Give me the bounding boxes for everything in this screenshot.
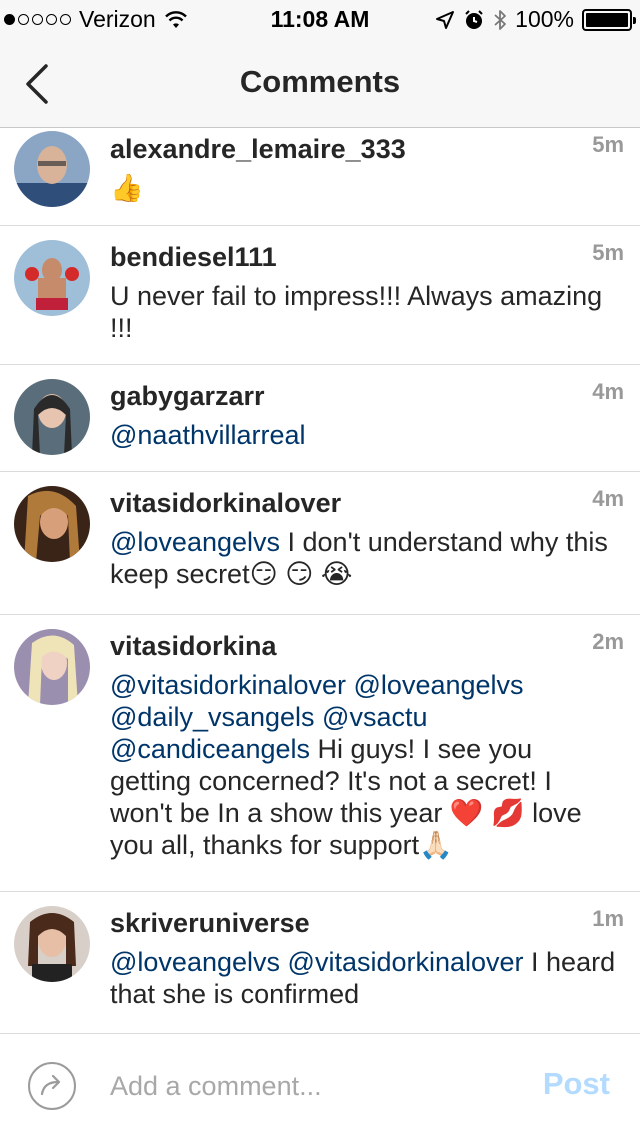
navigation-bar: Comments <box>0 40 640 128</box>
page-title: Comments <box>239 64 401 99</box>
comment-text: @vitasidorkinalover @loveangelvs @daily_… <box>110 669 620 861</box>
battery-icon <box>582 8 636 31</box>
post-button[interactable]: Post <box>543 1066 610 1102</box>
comment-text: U never fail to impress!!! Always amazin… <box>110 280 620 344</box>
comment-text: 👍 <box>110 172 620 204</box>
location-arrow-icon <box>436 10 455 29</box>
comment-text-segment: 👍 <box>110 173 144 203</box>
share-button[interactable] <box>28 1062 76 1110</box>
comment-body: bendiesel111 U never fail to impress!!! … <box>110 240 620 344</box>
comment-username[interactable]: vitasidorkina <box>110 629 620 663</box>
comment-text: @loveangelvs I don't understand why this… <box>110 526 620 590</box>
comment-text-segment <box>346 670 354 700</box>
comment-composer: Post <box>0 1033 640 1136</box>
comment-username[interactable]: gabygarzarr <box>110 379 620 413</box>
comment-text-segment: U never fail to impress!!! Always amazin… <box>110 281 603 343</box>
avatar[interactable] <box>14 379 90 455</box>
mention-link[interactable]: @vitasidorkinalover <box>288 947 524 977</box>
mention-link[interactable]: @candiceangels <box>110 734 310 764</box>
comment-username[interactable]: alexandre_lemaire_333 <box>110 132 620 166</box>
comment-time: 5m <box>592 132 624 157</box>
comment-body: skriveruniverse @loveangelvs @vitasidork… <box>110 906 620 1010</box>
mention-link[interactable]: @vsactu <box>322 702 427 732</box>
bluetooth-icon <box>494 9 507 30</box>
avatar[interactable] <box>14 906 90 982</box>
mention-link[interactable]: @loveangelvs <box>354 670 524 700</box>
alarm-clock-icon <box>465 9 483 29</box>
comment-body: alexandre_lemaire_333 👍 <box>110 132 620 204</box>
comment-time: 4m <box>592 379 624 404</box>
comment-username[interactable]: vitasidorkinalover <box>110 486 620 520</box>
comment-text: @naathvillarreal <box>110 419 620 451</box>
mention-link[interactable]: @loveangelvs <box>110 947 280 977</box>
avatar[interactable] <box>14 240 90 316</box>
comment-username[interactable]: bendiesel111 <box>110 240 620 274</box>
comment-body: gabygarzarr @naathvillarreal <box>110 379 620 451</box>
comments-list[interactable]: alexandre_lemaire_333 👍 5m bendiesel111 … <box>0 128 640 1033</box>
share-arrow-icon <box>40 1074 61 1096</box>
comment-time: 1m <box>592 906 624 931</box>
comment-text: @loveangelvs @vitasidorkinalover I heard… <box>110 946 620 1010</box>
mention-link[interactable]: @naathvillarreal <box>110 420 306 450</box>
comment-body: vitasidorkinalover @loveangelvs I don't … <box>110 486 620 590</box>
comment-item: vitasidorkinalover @loveangelvs I don't … <box>0 472 640 615</box>
comment-username[interactable]: skriveruniverse <box>110 906 620 940</box>
comment-item: bendiesel111 U never fail to impress!!! … <box>0 226 640 365</box>
avatar[interactable] <box>14 629 90 705</box>
comment-time: 5m <box>592 240 624 265</box>
comment-item: gabygarzarr @naathvillarreal 4m <box>0 365 640 472</box>
comment-item: alexandre_lemaire_333 👍 5m <box>0 128 640 226</box>
comment-time: 2m <box>592 629 624 654</box>
status-bar: Verizon 11:08 AM 100% <box>0 0 640 40</box>
comment-input[interactable] <box>110 1064 510 1108</box>
comment-text-segment <box>280 947 288 977</box>
comment-time: 4m <box>592 486 624 511</box>
mention-link[interactable]: @daily_vsangels <box>110 702 315 732</box>
comment-item: skriveruniverse @loveangelvs @vitasidork… <box>0 892 640 1033</box>
comment-body: vitasidorkina @vitasidorkinalover @lovea… <box>110 629 620 861</box>
comment-item: vitasidorkina @vitasidorkinalover @lovea… <box>0 615 640 892</box>
avatar[interactable] <box>14 131 90 207</box>
mention-link[interactable]: @loveangelvs <box>110 527 280 557</box>
mention-link[interactable]: @vitasidorkinalover <box>110 670 346 700</box>
battery-percent: 100% <box>515 6 574 32</box>
comment-text-segment <box>315 702 323 732</box>
status-right: 100% <box>435 6 636 33</box>
avatar[interactable] <box>14 486 90 562</box>
